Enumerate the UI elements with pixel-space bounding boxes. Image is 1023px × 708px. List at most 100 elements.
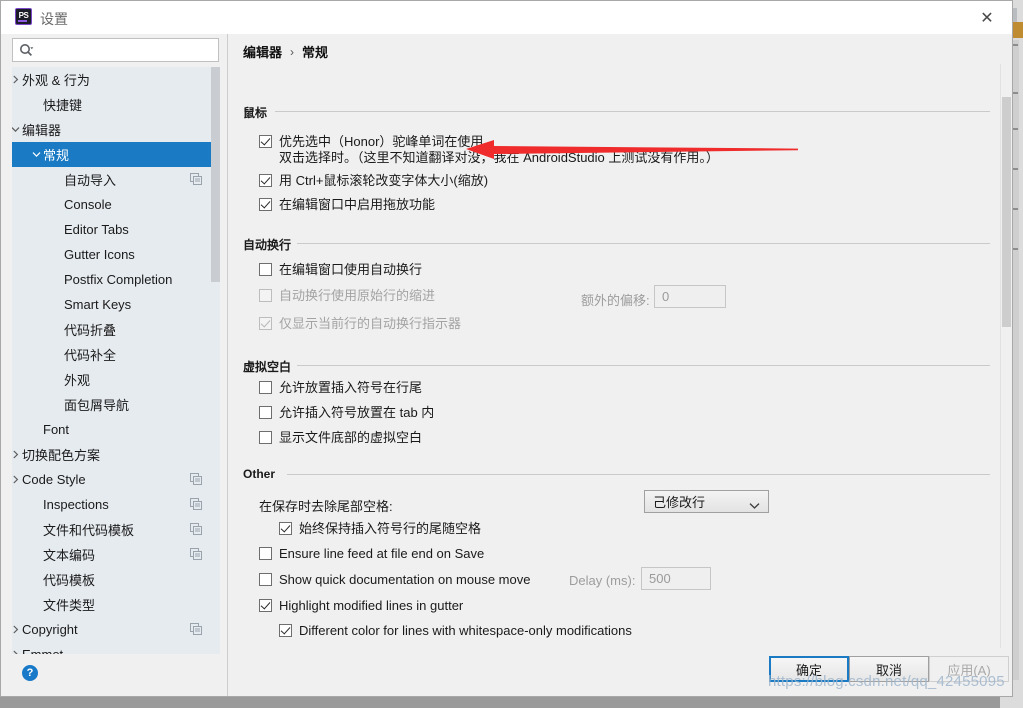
checkbox-box[interactable]	[259, 135, 272, 148]
checkbox-use-original-indent[interactable]: 自动换行使用原始行的缩进	[259, 288, 435, 304]
content-scrollbar-track[interactable]	[1000, 64, 1012, 648]
sidebar-item-4[interactable]: 自动导入	[12, 167, 220, 192]
checkbox-box[interactable]	[279, 522, 292, 535]
checkbox-use-soft-wraps[interactable]: 在编辑窗口使用自动换行	[259, 262, 422, 278]
chevron-right-icon[interactable]	[12, 624, 21, 636]
sidebar-item-17[interactable]: Inspections	[12, 492, 220, 517]
strip-trailing-spaces-dropdown[interactable]: 己修改行	[644, 490, 769, 513]
cancel-button[interactable]: 取消	[849, 656, 929, 682]
checkbox-label: 始终保持插入符号行的尾随空格	[299, 521, 482, 536]
sidebar-item-15[interactable]: 切换配色方案	[12, 442, 220, 467]
checkbox-box[interactable]	[259, 263, 272, 276]
checkbox-label: 在编辑窗口中启用拖放功能	[279, 197, 436, 212]
breadcrumb-root[interactable]: 编辑器	[243, 42, 282, 61]
sidebar-item-19[interactable]: 文本编码	[12, 542, 220, 567]
sidebar-item-label: Font	[43, 422, 70, 437]
breadcrumb-separator-icon: ›	[290, 44, 295, 59]
copy-settings-icon[interactable]	[190, 473, 202, 485]
group-rule-other	[287, 474, 990, 475]
chevron-right-icon[interactable]	[12, 74, 21, 86]
checkbox-enable-drag-drop[interactable]: 在编辑窗口中启用拖放功能	[259, 197, 435, 213]
copy-settings-icon[interactable]	[190, 548, 202, 560]
chevron-right-icon[interactable]	[12, 474, 21, 486]
group-rule-mouse	[275, 111, 990, 112]
apply-button[interactable]: 应用(A)	[929, 656, 1009, 682]
checkbox-box[interactable]	[259, 547, 272, 560]
group-title-soft-wrap: 自动换行	[243, 236, 298, 253]
sidebar-scrollbar-track[interactable]	[211, 67, 220, 654]
sidebar-item-label: 代码模板	[43, 573, 96, 588]
sidebar-scrollbar-thumb[interactable]	[211, 67, 220, 282]
sidebar-item-1[interactable]: 快捷键	[12, 92, 220, 117]
settings-tree[interactable]: 外观 & 行为 快捷键 编辑器 常规自动导入 Console Editor Tabs Gut…	[12, 67, 220, 654]
checkbox-box[interactable]	[259, 406, 272, 419]
checkbox-box[interactable]	[259, 599, 272, 612]
checkbox-box[interactable]	[259, 431, 272, 444]
sidebar-item-0[interactable]: 外观 & 行为	[12, 67, 220, 92]
checkbox-caret-after-eol[interactable]: 允许放置插入符号在行尾	[259, 380, 422, 396]
sidebar-item-2[interactable]: 编辑器	[12, 117, 220, 142]
checkbox-show-soft-wrap-indicator[interactable]: 仅显示当前行的自动换行指示器	[259, 316, 461, 332]
checkbox-label: 允许放置插入符号在行尾	[279, 380, 423, 395]
sidebar-item-16[interactable]: Code Style	[12, 467, 220, 492]
checkbox-box[interactable]	[279, 624, 292, 637]
strip-trailing-spaces-label: 在保存时去除尾部空格:	[259, 499, 393, 514]
sidebar-item-9[interactable]: Smart Keys	[12, 292, 220, 317]
checkbox-ctrl-wheel-font-size[interactable]: 用 Ctrl+鼠标滚轮改变字体大小(缩放)	[259, 173, 488, 189]
sidebar-item-label: Gutter Icons	[64, 247, 135, 262]
checkbox-highlight-modified-lines[interactable]: Highlight modified lines in gutter	[259, 598, 463, 614]
checkbox-virtual-space-at-bottom[interactable]: 显示文件底部的虚拟空白	[259, 430, 422, 446]
breadcrumb-current: 常规	[302, 45, 329, 60]
chevron-down-icon[interactable]	[30, 149, 42, 161]
checkbox-box[interactable]	[259, 317, 272, 330]
search-input[interactable]	[41, 39, 216, 63]
sidebar-item-6[interactable]: Editor Tabs	[12, 217, 220, 242]
checkbox-keep-trailing-on-caret-line[interactable]: 始终保持插入符号行的尾随空格	[279, 521, 481, 537]
checkbox-box[interactable]	[259, 174, 272, 187]
sidebar-item-label: 代码折叠	[64, 323, 117, 338]
checkbox-box[interactable]	[259, 289, 272, 302]
copy-settings-icon[interactable]	[190, 498, 202, 510]
copy-settings-icon[interactable]	[190, 523, 202, 535]
sidebar-item-7[interactable]: Gutter Icons	[12, 242, 220, 267]
sidebar-item-5[interactable]: Console	[12, 192, 220, 217]
content-scrollbar-thumb[interactable]	[1002, 97, 1011, 327]
search-box[interactable]	[12, 38, 219, 63]
close-icon[interactable]: ✕	[970, 5, 1004, 31]
copy-settings-icon[interactable]	[190, 173, 202, 185]
sidebar-item-8[interactable]: Postfix Completion	[12, 267, 220, 292]
checkbox-box[interactable]	[259, 198, 272, 211]
checkbox-honor-camel-humps[interactable]: 优先选中（Honor）驼峰单词在使用 双击选择时。（这里不知道翻译对没，我在 A…	[259, 134, 719, 166]
sidebar-item-21[interactable]: 文件类型	[12, 592, 220, 617]
sidebar-item-label: 文件类型	[43, 598, 96, 613]
sidebar-item-label: Copyright	[22, 622, 78, 637]
chevron-down-icon[interactable]	[12, 124, 21, 136]
chevron-right-icon[interactable]	[12, 449, 21, 461]
checkbox-caret-inside-tabs[interactable]: 允许插入符号放置在 tab 内	[259, 405, 434, 421]
checkbox-label: 允许插入符号放置在 tab 内	[279, 405, 435, 420]
sidebar-item-18[interactable]: 文件和代码模板	[12, 517, 220, 542]
copy-settings-icon[interactable]	[190, 623, 202, 635]
sidebar-item-12[interactable]: 外观	[12, 367, 220, 392]
sidebar-item-label: 自动导入	[64, 173, 117, 188]
sidebar-item-3[interactable]: 常规	[12, 142, 220, 167]
checkbox-box[interactable]	[259, 381, 272, 394]
sidebar-item-10[interactable]: 代码折叠	[12, 317, 220, 342]
checkbox-different-color-whitespace[interactable]: Different color for lines with whitespac…	[279, 623, 632, 639]
checkbox-show-quick-doc[interactable]: Show quick documentation on mouse move	[259, 572, 530, 588]
phpstorm-icon: PS	[15, 8, 32, 25]
sidebar-item-11[interactable]: 代码补全	[12, 342, 220, 367]
checkbox-ensure-line-feed[interactable]: Ensure line feed at file end on Save	[259, 546, 484, 562]
additional-shift-input[interactable]	[654, 285, 726, 308]
sidebar-item-13[interactable]: 面包屑导航	[12, 392, 220, 417]
sidebar-item-label: Smart Keys	[64, 297, 132, 312]
checkbox-label: Ensure line feed at file end on Save	[279, 546, 485, 561]
checkbox-label: 优先选中（Honor）驼峰单词在使用 双击选择时。（这里不知道翻译对没，我在 A…	[279, 134, 719, 166]
quick-doc-delay-input[interactable]	[641, 567, 711, 590]
dialog-body: 外观 & 行为 快捷键 编辑器 常规 自动导入 Console Editor Tabs Gut…	[1, 34, 1012, 696]
checkbox-box[interactable]	[259, 573, 272, 586]
ok-button[interactable]: 确定	[769, 656, 849, 682]
sidebar-item-20[interactable]: 代码模板	[12, 567, 220, 592]
sidebar-item-14[interactable]: Font	[12, 417, 220, 442]
sidebar-item-22[interactable]: Copyright	[12, 617, 220, 642]
